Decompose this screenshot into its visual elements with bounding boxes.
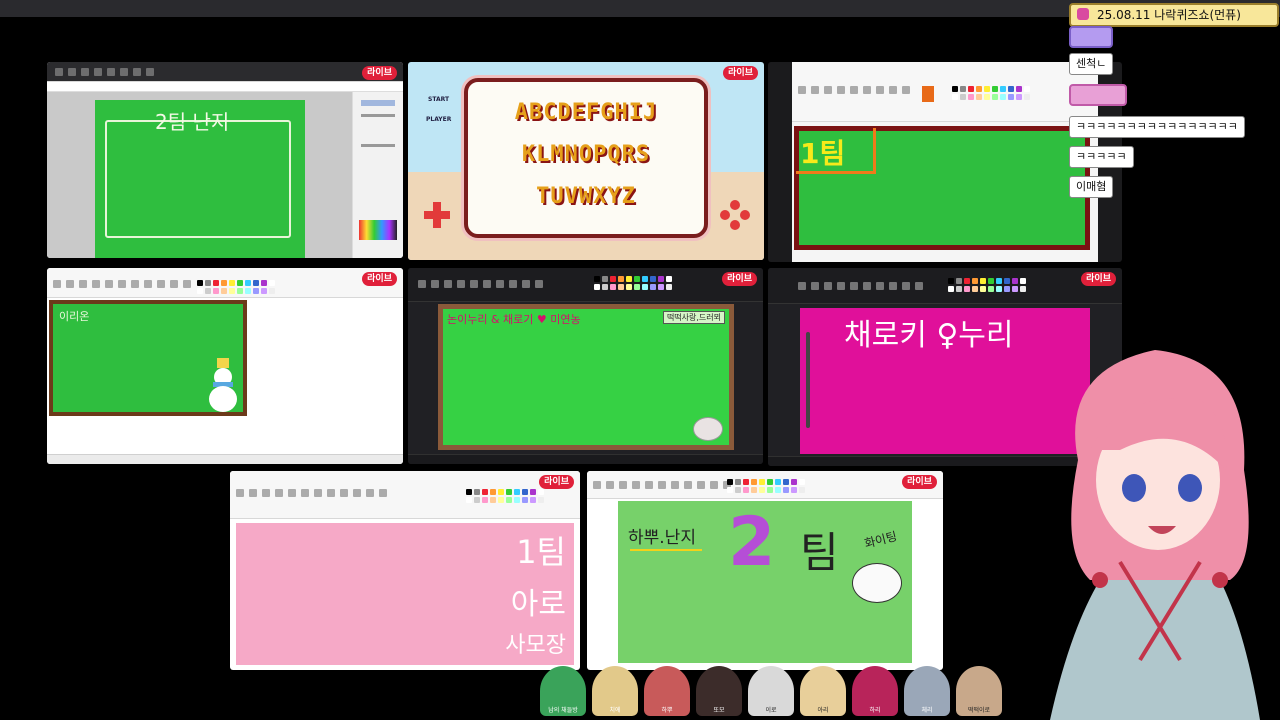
screen-tile-8[interactable]: 하뿌.난지 2 팀 화이팅 라이브 (587, 471, 943, 670)
live-badge: 라이브 (723, 66, 758, 80)
vtuber-avatar (1030, 330, 1280, 720)
alphabet-row-3: TUVWXYZ (536, 184, 636, 209)
board-text: 이리온 (59, 310, 90, 323)
chat-message: ㅋㅋㅋㅋㅋㅋㅋㅋㅋㅋㅋㅋㅋㅋㅋㅋ (1069, 116, 1245, 138)
active-color-swatch (922, 86, 934, 102)
alphabet-row-1: ABCDEFGHIJ (514, 100, 658, 125)
paint-toolbar (47, 62, 403, 82)
board-side-text: 화이팅 (862, 529, 899, 551)
participant-avatar[interactable]: 치에 (592, 666, 638, 716)
screen-tile-5[interactable]: 논이누리 & 채로기 ♥ 미연농 떡떡사랑,드러뫼 라이브 (408, 268, 763, 464)
board-line-1: 1팀 (516, 533, 566, 571)
stream-title: 25.08.11 나락퀴즈쇼(먼퓨) (1097, 8, 1241, 22)
board-line-3: 사모장 (505, 633, 566, 658)
board-left-text: 하뿌.난지 (628, 528, 696, 548)
dpad-icon (424, 202, 450, 228)
green-board: 이리온 (49, 300, 247, 416)
live-badge: 라이브 (902, 475, 937, 489)
vtuber-figure (1050, 350, 1260, 720)
underline-mark (630, 549, 702, 551)
live-badge: 라이브 (722, 272, 757, 286)
start-label: START (428, 96, 450, 103)
paint-ribbon (768, 268, 1122, 304)
chat-message: 이매혐 (1069, 176, 1114, 198)
participant-avatar[interactable]: 아리 (800, 666, 846, 716)
status-bar (408, 454, 763, 464)
live-badge: 라이브 (539, 475, 574, 489)
screen-tile-2[interactable]: START PLAYER ABCDEFGHIJ KLMNOPQRS TUVWXY… (408, 62, 764, 260)
green-board: 논이누리 & 채로기 ♥ 미연농 떡떡사랑,드러뫼 (438, 304, 734, 450)
board-text: 논이누리 & 채로기 ♥ 미연농 (447, 313, 581, 326)
emote-badge (1069, 26, 1113, 48)
board-text: 2팀 난지 (155, 110, 230, 134)
paint-window: 1팀 (792, 62, 1098, 262)
snowman-icon (209, 358, 237, 414)
participant-avatar[interactable]: 떡떡이로 (956, 666, 1002, 716)
screen-tile-1[interactable]: 2팀 난지 라이브 (47, 62, 403, 258)
emote-badge (1069, 84, 1127, 106)
participant-avatar[interactable]: 남의 채들방 (540, 666, 586, 716)
live-badge: 라이브 (1081, 272, 1116, 286)
green-board: 하뿌.난지 2 팀 화이팅 (618, 501, 912, 663)
participant-avatar[interactable]: 체리 (904, 666, 950, 716)
paint-ribbon (587, 471, 943, 499)
paint-ribbon (47, 268, 403, 298)
board-text: 채로키 ♀누리 (844, 318, 1014, 353)
participant-avatar[interactable]: 하리 (852, 666, 898, 716)
paint-ribbon (230, 471, 580, 519)
player-label: PLAYER (426, 116, 452, 123)
green-board: 2팀 난지 (95, 100, 305, 258)
board-line-2: 아로 (510, 587, 566, 622)
paint-ribbon (792, 62, 1098, 122)
mouse-icon (693, 417, 723, 441)
slider-handle[interactable] (806, 332, 810, 428)
mascot-icon (852, 563, 902, 603)
chalk-frame (105, 120, 291, 238)
ruler-bar (47, 82, 403, 92)
alphabet-board: ABCDEFGHIJ KLMNOPQRS TUVWXYZ (464, 78, 708, 238)
pink-board: 1팀 아로 사모장 (236, 523, 574, 665)
live-badge: 라이브 (362, 272, 397, 286)
participant-avatar[interactable]: 이로 (748, 666, 794, 716)
participant-avatars: 남의 채들방 치에 하뿌 또모 이로 아리 하리 체리 떡떡이로 (540, 666, 1002, 720)
paint-ribbon (408, 268, 763, 302)
board-team-word: 팀 (800, 528, 839, 577)
live-badge: 라이브 (362, 66, 397, 80)
board-tag: 떡떡사랑,드러뫼 (662, 311, 725, 324)
button-cluster-icon (720, 200, 750, 230)
board-big-number: 2 (728, 503, 776, 582)
stream-title-box: 25.08.11 나락퀴즈쇼(먼퓨) (1069, 3, 1279, 27)
status-bar (47, 454, 403, 464)
screen-tile-4[interactable]: 이리온 라이브 (47, 268, 403, 464)
alphabet-row-2: KLMNOPQRS (521, 142, 651, 167)
board-text: 1팀 (800, 137, 846, 170)
side-panel (352, 92, 403, 258)
chat-message: ㅋㅋㅋㅋㅋ (1069, 146, 1134, 168)
participant-avatar[interactable]: 또모 (696, 666, 742, 716)
screen-tile-7[interactable]: 1팀 아로 사모장 라이브 (230, 471, 580, 670)
chat-message: 센척ㄴ (1069, 53, 1114, 75)
heart-icon (1077, 8, 1089, 20)
participant-avatar[interactable]: 하뿌 (644, 666, 690, 716)
